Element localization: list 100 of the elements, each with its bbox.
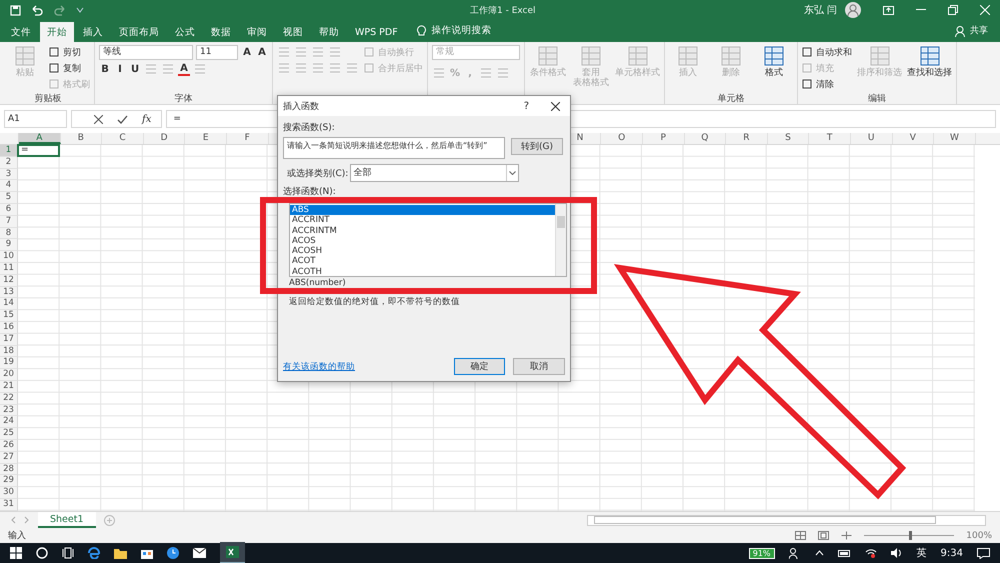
network-icon[interactable] [864, 548, 877, 558]
dropdown-field[interactable]: 等线 [99, 45, 193, 60]
row-header[interactable]: 30 [0, 487, 18, 499]
ribbon-tab[interactable]: 文件 [4, 22, 38, 42]
format-button[interactable]: I [114, 62, 126, 76]
save-icon[interactable] [10, 4, 21, 16]
row-header[interactable]: 2 [0, 156, 18, 169]
browser-icon[interactable] [88, 547, 100, 559]
minimize-icon[interactable] [916, 9, 926, 11]
clock-time[interactable]: 9:34 [940, 548, 963, 558]
column-header[interactable]: T [809, 133, 851, 144]
row-header[interactable]: 3 [0, 168, 18, 180]
column-header[interactable]: D [144, 133, 186, 144]
row-header[interactable]: 6 [0, 204, 18, 216]
ribbon-button[interactable]: 自动求和 [802, 45, 852, 59]
format-button[interactable]: B [99, 62, 111, 76]
lightbulb-icon[interactable] [416, 24, 426, 37]
redo-icon[interactable] [53, 4, 67, 16]
row-header[interactable]: 14 [0, 298, 18, 310]
column-header[interactable]: P [642, 133, 685, 144]
row-header[interactable]: 28 [0, 464, 18, 476]
row-header[interactable]: 15 [0, 310, 18, 322]
mail-icon[interactable] [193, 548, 206, 558]
cancel-button[interactable]: 取消 [513, 358, 565, 375]
column-header[interactable]: B [60, 133, 102, 144]
ok-button[interactable]: 确定 [454, 358, 505, 375]
volume-icon[interactable] [890, 548, 903, 558]
input-method[interactable]: 英 [916, 546, 927, 560]
function-item[interactable]: ACOTH [290, 266, 555, 278]
column-header[interactable]: A [19, 133, 61, 144]
function-item[interactable]: ACCRINT [290, 215, 555, 226]
font-color-button[interactable]: A [178, 62, 190, 76]
category-dropdown[interactable]: 全部 [350, 164, 520, 182]
windows-logo-icon[interactable] [10, 547, 22, 559]
ribbon-tab[interactable]: WPS PDF [348, 22, 405, 42]
horizontal-scrollbar[interactable] [587, 514, 986, 526]
dropdown-field[interactable]: 11 [196, 45, 238, 60]
column-header[interactable]: Q [684, 133, 726, 144]
tell-me-search[interactable]: 操作说明搜索 [432, 24, 492, 37]
row-header[interactable]: 27 [0, 452, 18, 464]
chevron-up-icon[interactable] [814, 550, 824, 556]
help-link[interactable]: 有关该函数的帮助 [283, 360, 355, 372]
ribbon-button[interactable]: 清除 [802, 77, 834, 91]
search-field[interactable]: 请输入一条简短说明来描述您想做什么，然后单击“转到” [283, 137, 505, 159]
column-header[interactable]: O [601, 133, 643, 144]
restore-icon[interactable] [948, 5, 958, 15]
row-header[interactable]: 23 [0, 404, 18, 416]
person-icon[interactable] [955, 26, 965, 37]
function-item[interactable]: ACOT [290, 256, 555, 267]
row-header[interactable]: 5 [0, 192, 18, 204]
column-header[interactable]: C [102, 133, 144, 144]
column-header[interactable]: S [768, 133, 810, 144]
row-header[interactable]: 22 [0, 392, 18, 405]
row-header[interactable]: 20 [0, 369, 18, 381]
format-button[interactable]: A [241, 46, 253, 60]
list-scrollbar[interactable] [555, 204, 566, 276]
search-icon[interactable] [36, 547, 48, 559]
ribbon-tab[interactable]: 插入 [76, 22, 110, 42]
row-header[interactable]: 11 [0, 262, 18, 275]
format-button[interactable]: A [256, 46, 268, 60]
avatar-icon[interactable] [845, 2, 861, 18]
row-header[interactable]: 12 [0, 274, 18, 287]
row-header[interactable]: 25 [0, 428, 18, 440]
task-view-icon[interactable] [62, 547, 74, 559]
undo-icon[interactable] [30, 4, 44, 16]
zoom-level[interactable]: 100% [966, 530, 992, 540]
row-header[interactable]: 1 [0, 145, 18, 157]
ribbon-tab[interactable]: 视图 [276, 22, 310, 42]
row-header[interactable]: 8 [0, 228, 18, 240]
column-header[interactable]: U [850, 133, 892, 144]
row-header[interactable]: 24 [0, 416, 18, 428]
column-header[interactable]: V [892, 133, 934, 144]
notification-icon[interactable] [977, 548, 990, 558]
row-header[interactable]: 16 [0, 322, 18, 334]
ribbon-button[interactable]: 格式 [755, 45, 793, 79]
row-header[interactable]: 10 [0, 251, 18, 263]
insert-function-button[interactable]: fx [142, 114, 152, 124]
go-button[interactable]: 转到(G) [511, 138, 563, 155]
battery-icon[interactable] [838, 550, 851, 556]
spreadsheet-app-icon[interactable] [220, 542, 245, 563]
active-cell[interactable]: = [17, 144, 60, 157]
row-header[interactable]: 26 [0, 440, 18, 452]
column-header[interactable]: F [226, 133, 269, 144]
clock-icon[interactable] [167, 547, 179, 559]
function-item[interactable]: ACOS [290, 236, 555, 246]
row-header[interactable]: 4 [0, 180, 18, 192]
sheet-tab[interactable]: Sheet1 [38, 512, 96, 528]
caret-icon[interactable] [506, 165, 518, 181]
ribbon-tab[interactable]: 审阅 [240, 22, 274, 42]
share-button[interactable]: 共享 [970, 24, 988, 37]
column-header[interactable]: R [726, 133, 768, 144]
row-header[interactable]: 29 [0, 475, 18, 488]
row-header[interactable]: 13 [0, 286, 18, 298]
ribbon-tab[interactable]: 公式 [168, 22, 202, 42]
ribbon-tab[interactable]: 开始 [40, 22, 74, 42]
ribbon-button[interactable]: 剪切 [49, 45, 81, 59]
folder-icon[interactable] [114, 548, 127, 558]
row-header[interactable]: 31 [0, 498, 18, 511]
ribbon-tab[interactable]: 页面布局 [112, 22, 166, 42]
ribbon-button[interactable]: 复制 [49, 61, 81, 75]
